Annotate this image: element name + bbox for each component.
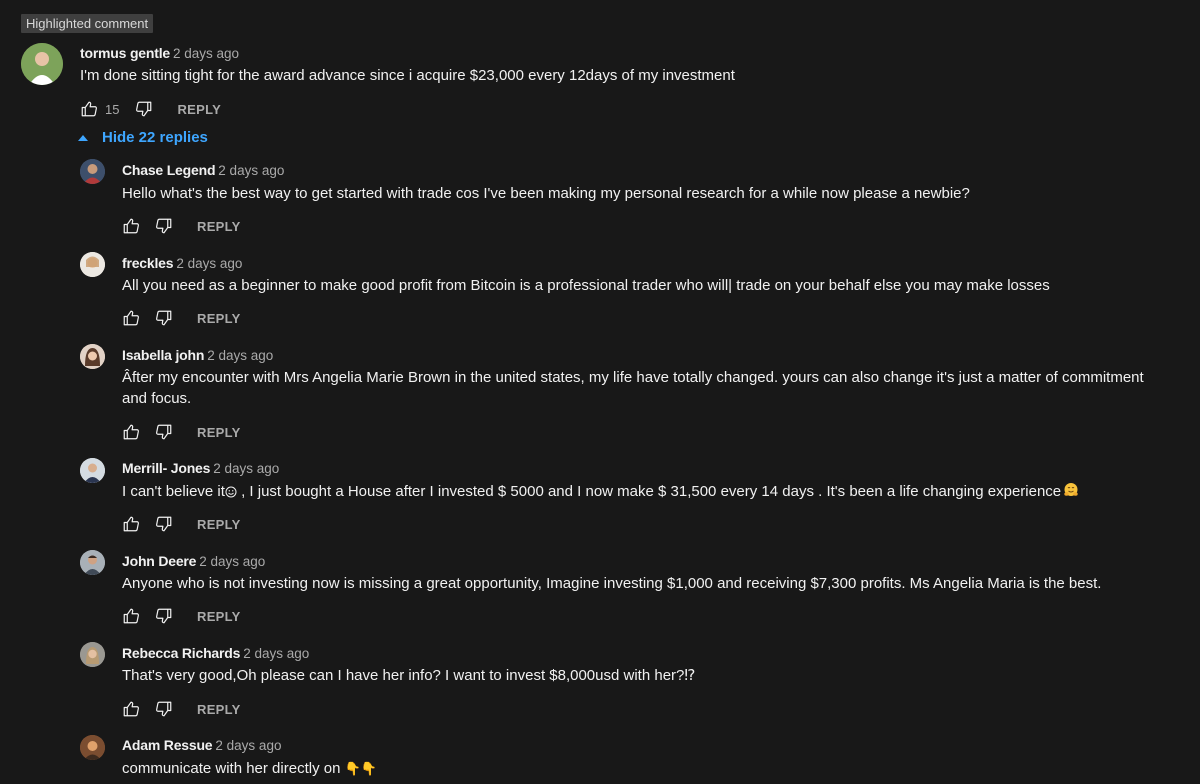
- reply-time[interactable]: 2 days ago: [176, 256, 242, 271]
- reply-header: Chase Legend 2 days ago: [122, 161, 284, 180]
- comment-text: I'm done sitting tight for the award adv…: [80, 67, 735, 84]
- reply-author[interactable]: Adam Ressue: [122, 737, 213, 753]
- reply-actions: REPLY: [122, 606, 241, 626]
- reply-text: Hello what's the best way to get started…: [122, 185, 970, 202]
- reply-time[interactable]: 2 days ago: [213, 461, 279, 476]
- reply-author[interactable]: freckles: [122, 255, 174, 271]
- avatar[interactable]: [80, 159, 105, 184]
- reply-header: Rebecca Richards 2 days ago: [122, 644, 309, 663]
- reply-actions: REPLY: [122, 216, 241, 236]
- reply-text-part: I can't believe it: [122, 483, 225, 500]
- reply-button[interactable]: REPLY: [197, 219, 241, 234]
- reply-header: Isabella john 2 days ago: [122, 346, 273, 365]
- reply-author[interactable]: Isabella john: [122, 347, 204, 363]
- thumbs-down-icon[interactable]: [155, 515, 173, 533]
- avatar[interactable]: [21, 43, 63, 85]
- thumbs-up-icon[interactable]: [122, 423, 140, 441]
- thumbs-up-icon[interactable]: [122, 217, 140, 235]
- thumbs-up-icon[interactable]: [122, 607, 140, 625]
- reply-author[interactable]: John Deere: [122, 553, 196, 569]
- reply-actions: REPLY: [122, 308, 241, 328]
- avatar[interactable]: [80, 735, 105, 760]
- hide-replies-label: Hide 22 replies: [102, 129, 208, 146]
- thumbs-up-icon[interactable]: [122, 309, 140, 327]
- thumbs-down-icon[interactable]: [155, 217, 173, 235]
- reply-button[interactable]: REPLY: [197, 517, 241, 532]
- thumbs-up-icon[interactable]: [122, 700, 140, 718]
- thumbs-up-icon[interactable]: [80, 100, 98, 118]
- reply-text: Anyone who is not investing now is missi…: [122, 575, 1102, 592]
- reply-text: Âfter my encounter with Mrs Angelia Mari…: [122, 369, 1148, 407]
- reply-time[interactable]: 2 days ago: [207, 348, 273, 363]
- reply-actions: REPLY: [122, 699, 241, 719]
- reply-time[interactable]: 2 days ago: [218, 163, 284, 178]
- reply-button[interactable]: REPLY: [197, 609, 241, 624]
- reply-header: freckles 2 days ago: [122, 254, 242, 273]
- reply-text: I can't believe it , I just bought a Hou…: [122, 481, 1172, 504]
- reply-actions: REPLY: [122, 422, 241, 442]
- avatar[interactable]: [80, 344, 105, 369]
- reply-button[interactable]: REPLY: [197, 702, 241, 717]
- thumbs-down-icon[interactable]: [155, 309, 173, 327]
- reply-text-part: communicate with her directly on: [122, 760, 345, 777]
- highlighted-comment-badge: Highlighted comment: [21, 14, 154, 33]
- reply-text: All you need as a beginner to make good …: [122, 277, 1050, 294]
- thumbs-down-icon[interactable]: [155, 607, 173, 625]
- reply-button[interactable]: REPLY: [197, 425, 241, 440]
- reply-time[interactable]: 2 days ago: [199, 554, 265, 569]
- avatar[interactable]: [80, 252, 105, 277]
- hugging-face-emoji-icon: [1063, 482, 1079, 504]
- reply-header: Merrill- Jones 2 days ago: [122, 459, 279, 478]
- reply-time[interactable]: 2 days ago: [215, 738, 281, 753]
- reply-author[interactable]: Merrill- Jones: [122, 460, 210, 476]
- comment-author[interactable]: tormus gentle: [80, 45, 170, 61]
- reply-text: communicate with her directly on 👇👇: [122, 758, 1172, 779]
- thumbs-down-icon[interactable]: [155, 423, 173, 441]
- reply-author[interactable]: Chase Legend: [122, 162, 215, 178]
- comment-time[interactable]: 2 days ago: [173, 46, 239, 61]
- caret-up-icon: [78, 134, 88, 141]
- reply-text-part: , I just bought a House after I invested…: [236, 483, 1062, 500]
- comment-actions: 15 REPLY: [80, 99, 221, 119]
- like-count: 15: [105, 101, 120, 117]
- comment-header: tormus gentle 2 days ago: [80, 44, 239, 63]
- reply-header: Adam Ressue 2 days ago: [122, 736, 281, 755]
- pointing-down-emoji-icon: 👇👇: [344, 761, 377, 776]
- avatar[interactable]: [80, 550, 105, 575]
- reply-button[interactable]: REPLY: [177, 102, 221, 117]
- reply-button[interactable]: REPLY: [197, 311, 241, 326]
- reply-actions: REPLY: [122, 514, 241, 534]
- reply-header: John Deere 2 days ago: [122, 552, 265, 571]
- thumbs-down-icon[interactable]: [135, 100, 153, 118]
- hide-replies-button[interactable]: Hide 22 replies: [78, 129, 208, 146]
- thumbs-up-icon[interactable]: [122, 515, 140, 533]
- smile-emoji-icon: [225, 483, 237, 504]
- avatar[interactable]: [80, 458, 105, 483]
- thumbs-down-icon[interactable]: [155, 700, 173, 718]
- reply-text: That's very good,Oh please can I have he…: [122, 667, 696, 684]
- reply-time[interactable]: 2 days ago: [243, 646, 309, 661]
- avatar[interactable]: [80, 642, 105, 667]
- reply-author[interactable]: Rebecca Richards: [122, 645, 240, 661]
